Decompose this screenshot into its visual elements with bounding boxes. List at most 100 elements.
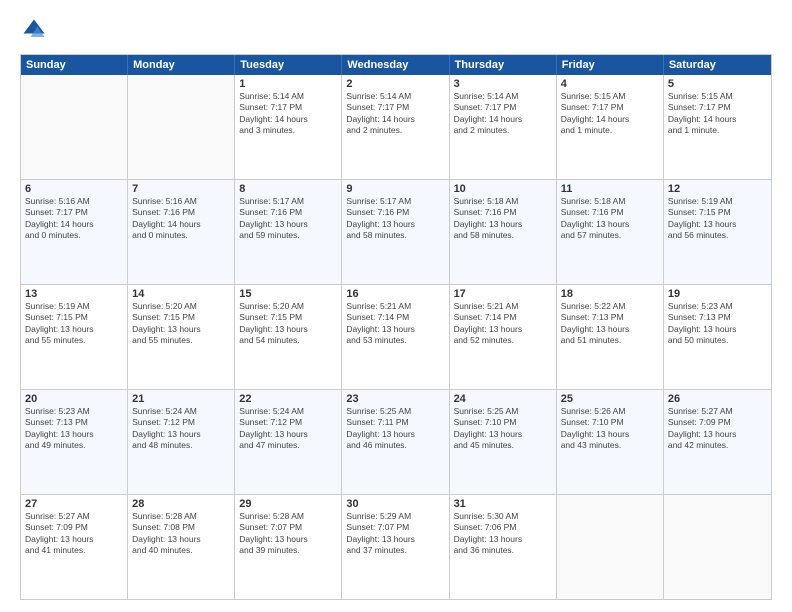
day-cell-5: 5Sunrise: 5:15 AM Sunset: 7:17 PM Daylig… [664, 75, 771, 179]
day-cell-empty-4-5 [557, 495, 664, 599]
day-cell-11: 11Sunrise: 5:18 AM Sunset: 7:16 PM Dayli… [557, 180, 664, 284]
day-info: Sunrise: 5:20 AM Sunset: 7:15 PM Dayligh… [239, 301, 337, 347]
day-info: Sunrise: 5:22 AM Sunset: 7:13 PM Dayligh… [561, 301, 659, 347]
day-number: 16 [346, 288, 444, 300]
day-info: Sunrise: 5:14 AM Sunset: 7:17 PM Dayligh… [454, 91, 552, 137]
calendar-header: SundayMondayTuesdayWednesdayThursdayFrid… [21, 55, 771, 75]
day-cell-empty-0-1 [128, 75, 235, 179]
day-cell-26: 26Sunrise: 5:27 AM Sunset: 7:09 PM Dayli… [664, 390, 771, 494]
day-cell-6: 6Sunrise: 5:16 AM Sunset: 7:17 PM Daylig… [21, 180, 128, 284]
weekday-header-thursday: Thursday [450, 55, 557, 75]
day-info: Sunrise: 5:24 AM Sunset: 7:12 PM Dayligh… [132, 406, 230, 452]
day-info: Sunrise: 5:14 AM Sunset: 7:17 PM Dayligh… [239, 91, 337, 137]
day-cell-16: 16Sunrise: 5:21 AM Sunset: 7:14 PM Dayli… [342, 285, 449, 389]
calendar: SundayMondayTuesdayWednesdayThursdayFrid… [20, 54, 772, 600]
day-info: Sunrise: 5:25 AM Sunset: 7:11 PM Dayligh… [346, 406, 444, 452]
day-info: Sunrise: 5:15 AM Sunset: 7:17 PM Dayligh… [561, 91, 659, 137]
day-info: Sunrise: 5:17 AM Sunset: 7:16 PM Dayligh… [346, 196, 444, 242]
day-number: 23 [346, 393, 444, 405]
day-info: Sunrise: 5:28 AM Sunset: 7:07 PM Dayligh… [239, 511, 337, 557]
day-cell-12: 12Sunrise: 5:19 AM Sunset: 7:15 PM Dayli… [664, 180, 771, 284]
day-number: 11 [561, 183, 659, 195]
day-number: 22 [239, 393, 337, 405]
day-cell-22: 22Sunrise: 5:24 AM Sunset: 7:12 PM Dayli… [235, 390, 342, 494]
day-cell-8: 8Sunrise: 5:17 AM Sunset: 7:16 PM Daylig… [235, 180, 342, 284]
day-cell-4: 4Sunrise: 5:15 AM Sunset: 7:17 PM Daylig… [557, 75, 664, 179]
day-cell-18: 18Sunrise: 5:22 AM Sunset: 7:13 PM Dayli… [557, 285, 664, 389]
day-cell-21: 21Sunrise: 5:24 AM Sunset: 7:12 PM Dayli… [128, 390, 235, 494]
day-number: 24 [454, 393, 552, 405]
calendar-row-2: 6Sunrise: 5:16 AM Sunset: 7:17 PM Daylig… [21, 179, 771, 284]
day-cell-7: 7Sunrise: 5:16 AM Sunset: 7:16 PM Daylig… [128, 180, 235, 284]
calendar-row-5: 27Sunrise: 5:27 AM Sunset: 7:09 PM Dayli… [21, 494, 771, 599]
day-cell-14: 14Sunrise: 5:20 AM Sunset: 7:15 PM Dayli… [128, 285, 235, 389]
day-info: Sunrise: 5:28 AM Sunset: 7:08 PM Dayligh… [132, 511, 230, 557]
day-cell-19: 19Sunrise: 5:23 AM Sunset: 7:13 PM Dayli… [664, 285, 771, 389]
day-info: Sunrise: 5:23 AM Sunset: 7:13 PM Dayligh… [668, 301, 767, 347]
day-cell-2: 2Sunrise: 5:14 AM Sunset: 7:17 PM Daylig… [342, 75, 449, 179]
day-number: 31 [454, 498, 552, 510]
page: SundayMondayTuesdayWednesdayThursdayFrid… [0, 0, 792, 612]
day-number: 8 [239, 183, 337, 195]
day-info: Sunrise: 5:16 AM Sunset: 7:16 PM Dayligh… [132, 196, 230, 242]
day-info: Sunrise: 5:21 AM Sunset: 7:14 PM Dayligh… [454, 301, 552, 347]
day-info: Sunrise: 5:23 AM Sunset: 7:13 PM Dayligh… [25, 406, 123, 452]
day-cell-31: 31Sunrise: 5:30 AM Sunset: 7:06 PM Dayli… [450, 495, 557, 599]
day-number: 20 [25, 393, 123, 405]
day-cell-25: 25Sunrise: 5:26 AM Sunset: 7:10 PM Dayli… [557, 390, 664, 494]
day-info: Sunrise: 5:30 AM Sunset: 7:06 PM Dayligh… [454, 511, 552, 557]
day-cell-13: 13Sunrise: 5:19 AM Sunset: 7:15 PM Dayli… [21, 285, 128, 389]
day-cell-15: 15Sunrise: 5:20 AM Sunset: 7:15 PM Dayli… [235, 285, 342, 389]
calendar-row-4: 20Sunrise: 5:23 AM Sunset: 7:13 PM Dayli… [21, 389, 771, 494]
day-info: Sunrise: 5:24 AM Sunset: 7:12 PM Dayligh… [239, 406, 337, 452]
day-number: 18 [561, 288, 659, 300]
day-cell-30: 30Sunrise: 5:29 AM Sunset: 7:07 PM Dayli… [342, 495, 449, 599]
day-cell-empty-4-6 [664, 495, 771, 599]
day-info: Sunrise: 5:18 AM Sunset: 7:16 PM Dayligh… [454, 196, 552, 242]
calendar-body: 1Sunrise: 5:14 AM Sunset: 7:17 PM Daylig… [21, 75, 771, 599]
weekday-header-saturday: Saturday [664, 55, 771, 75]
day-cell-17: 17Sunrise: 5:21 AM Sunset: 7:14 PM Dayli… [450, 285, 557, 389]
day-number: 26 [668, 393, 767, 405]
day-info: Sunrise: 5:26 AM Sunset: 7:10 PM Dayligh… [561, 406, 659, 452]
day-info: Sunrise: 5:27 AM Sunset: 7:09 PM Dayligh… [668, 406, 767, 452]
day-info: Sunrise: 5:19 AM Sunset: 7:15 PM Dayligh… [668, 196, 767, 242]
day-number: 9 [346, 183, 444, 195]
day-info: Sunrise: 5:16 AM Sunset: 7:17 PM Dayligh… [25, 196, 123, 242]
day-number: 19 [668, 288, 767, 300]
day-number: 29 [239, 498, 337, 510]
day-number: 6 [25, 183, 123, 195]
weekday-header-friday: Friday [557, 55, 664, 75]
day-number: 5 [668, 78, 767, 90]
day-info: Sunrise: 5:25 AM Sunset: 7:10 PM Dayligh… [454, 406, 552, 452]
day-cell-empty-0-0 [21, 75, 128, 179]
weekday-header-wednesday: Wednesday [342, 55, 449, 75]
day-info: Sunrise: 5:15 AM Sunset: 7:17 PM Dayligh… [668, 91, 767, 137]
day-cell-10: 10Sunrise: 5:18 AM Sunset: 7:16 PM Dayli… [450, 180, 557, 284]
weekday-header-sunday: Sunday [21, 55, 128, 75]
weekday-header-tuesday: Tuesday [235, 55, 342, 75]
day-cell-23: 23Sunrise: 5:25 AM Sunset: 7:11 PM Dayli… [342, 390, 449, 494]
calendar-row-3: 13Sunrise: 5:19 AM Sunset: 7:15 PM Dayli… [21, 284, 771, 389]
day-cell-3: 3Sunrise: 5:14 AM Sunset: 7:17 PM Daylig… [450, 75, 557, 179]
day-number: 28 [132, 498, 230, 510]
day-info: Sunrise: 5:18 AM Sunset: 7:16 PM Dayligh… [561, 196, 659, 242]
day-info: Sunrise: 5:19 AM Sunset: 7:15 PM Dayligh… [25, 301, 123, 347]
day-info: Sunrise: 5:14 AM Sunset: 7:17 PM Dayligh… [346, 91, 444, 137]
day-cell-27: 27Sunrise: 5:27 AM Sunset: 7:09 PM Dayli… [21, 495, 128, 599]
day-cell-1: 1Sunrise: 5:14 AM Sunset: 7:17 PM Daylig… [235, 75, 342, 179]
day-info: Sunrise: 5:27 AM Sunset: 7:09 PM Dayligh… [25, 511, 123, 557]
day-number: 1 [239, 78, 337, 90]
day-cell-9: 9Sunrise: 5:17 AM Sunset: 7:16 PM Daylig… [342, 180, 449, 284]
day-number: 17 [454, 288, 552, 300]
day-cell-24: 24Sunrise: 5:25 AM Sunset: 7:10 PM Dayli… [450, 390, 557, 494]
logo [20, 16, 52, 44]
day-info: Sunrise: 5:21 AM Sunset: 7:14 PM Dayligh… [346, 301, 444, 347]
day-cell-20: 20Sunrise: 5:23 AM Sunset: 7:13 PM Dayli… [21, 390, 128, 494]
weekday-header-monday: Monday [128, 55, 235, 75]
day-number: 7 [132, 183, 230, 195]
day-number: 15 [239, 288, 337, 300]
day-info: Sunrise: 5:17 AM Sunset: 7:16 PM Dayligh… [239, 196, 337, 242]
day-number: 13 [25, 288, 123, 300]
calendar-row-1: 1Sunrise: 5:14 AM Sunset: 7:17 PM Daylig… [21, 75, 771, 179]
